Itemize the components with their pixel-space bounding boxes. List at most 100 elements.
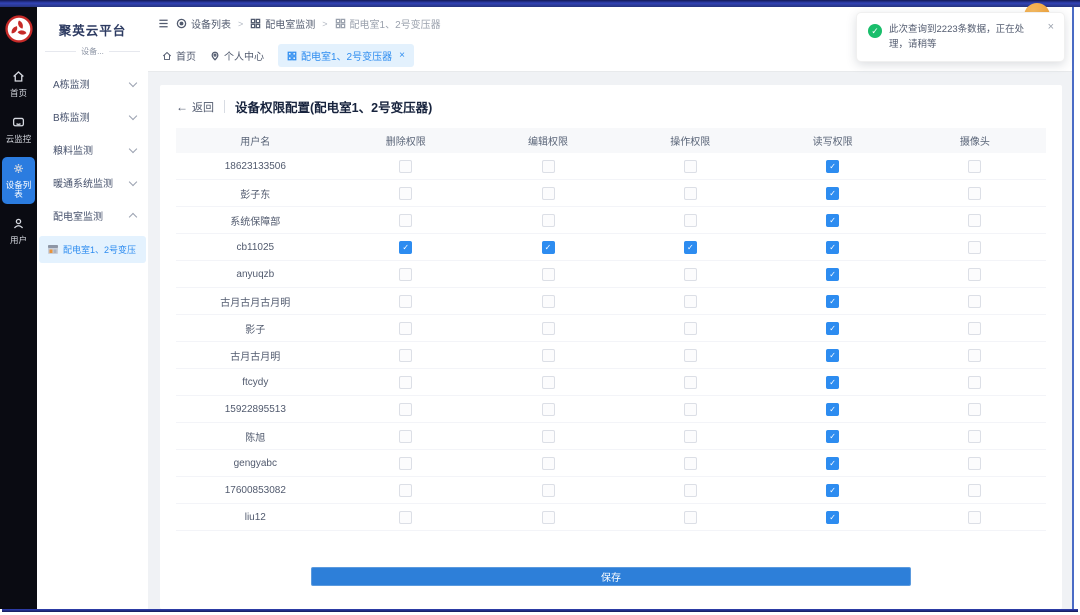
checkbox-unchecked[interactable]	[542, 349, 555, 362]
sidebar-item-feed-monitor[interactable]: 粮料监测	[37, 133, 148, 166]
checkbox-unchecked[interactable]	[399, 349, 412, 362]
frame-bottom-border	[2, 609, 1078, 612]
tab-close-icon[interactable]: ×	[399, 50, 405, 61]
checkbox-checked[interactable]	[826, 376, 839, 389]
checkbox-unchecked[interactable]	[399, 187, 412, 200]
checkbox-unchecked[interactable]	[399, 511, 412, 524]
checkbox-unchecked[interactable]	[684, 484, 697, 497]
permissions-table: 用户名 删除权限 编辑权限 操作权限 读写权限 摄像头 18623133506彭…	[176, 128, 1046, 531]
content-area: ← 返回 设备权限配置(配电室1、2号变压器) 用户名 删除权限 编辑权限 操作…	[148, 72, 1072, 609]
breadcrumb-item-transformer[interactable]: 配电室1、2号变压器	[335, 16, 441, 31]
save-button[interactable]: 保存	[311, 567, 911, 586]
tab-home[interactable]: 首页	[162, 48, 196, 63]
checkbox-unchecked[interactable]	[968, 268, 981, 281]
checkbox-checked[interactable]	[826, 295, 839, 308]
checkbox-unchecked[interactable]	[542, 484, 555, 497]
rail-item-device-list[interactable]: 设备列表	[2, 157, 35, 204]
checkbox-unchecked[interactable]	[542, 403, 555, 416]
sidebar-menu: A栋监测 B栋监测 粮料监测 暖通系统监测 配电室监测	[37, 67, 148, 263]
sidebar-subitem-transformer[interactable]: 配电室1、2号变压	[39, 236, 146, 263]
checkbox-unchecked[interactable]	[542, 457, 555, 470]
checkbox-unchecked[interactable]	[684, 322, 697, 335]
checkbox-unchecked[interactable]	[399, 376, 412, 389]
checkbox-checked[interactable]	[684, 241, 697, 254]
rail-item-home[interactable]: 首页	[2, 65, 35, 103]
rail-item-users[interactable]: 用户	[2, 212, 35, 250]
checkbox-unchecked[interactable]	[684, 430, 697, 443]
checkbox-checked[interactable]	[399, 241, 412, 254]
checkbox-unchecked[interactable]	[968, 430, 981, 443]
checkbox-unchecked[interactable]	[684, 187, 697, 200]
checkbox-unchecked[interactable]	[968, 457, 981, 470]
checkbox-unchecked[interactable]	[542, 214, 555, 227]
checkbox-checked[interactable]	[542, 241, 555, 254]
checkbox-unchecked[interactable]	[684, 403, 697, 416]
checkbox-unchecked[interactable]	[968, 511, 981, 524]
checkbox-unchecked[interactable]	[968, 295, 981, 308]
checkbox-unchecked[interactable]	[968, 349, 981, 362]
checkbox-checked[interactable]	[826, 457, 839, 470]
checkbox-unchecked[interactable]	[968, 322, 981, 335]
checkbox-unchecked[interactable]	[399, 295, 412, 308]
checkbox-unchecked[interactable]	[968, 214, 981, 227]
checkbox-unchecked[interactable]	[684, 511, 697, 524]
checkbox-unchecked[interactable]	[399, 214, 412, 227]
checkbox-unchecked[interactable]	[684, 268, 697, 281]
checkbox-unchecked[interactable]	[968, 403, 981, 416]
checkbox-unchecked[interactable]	[968, 484, 981, 497]
checkbox-unchecked[interactable]	[399, 430, 412, 443]
checkbox-checked[interactable]	[826, 430, 839, 443]
rail-item-cloud-monitor[interactable]: 云监控	[2, 111, 35, 149]
checkbox-unchecked[interactable]	[968, 376, 981, 389]
checkbox-unchecked[interactable]	[542, 376, 555, 389]
icon-rail: 首页 云监控 设备列表 用户	[0, 7, 37, 609]
checkbox-checked[interactable]	[826, 484, 839, 497]
sidebar-item-power-room-monitor[interactable]: 配电室监测	[37, 199, 148, 232]
checkbox-unchecked[interactable]	[542, 187, 555, 200]
table-row: ftcydy	[176, 369, 1046, 396]
checkbox-unchecked[interactable]	[542, 511, 555, 524]
checkbox-checked[interactable]	[826, 187, 839, 200]
checkbox-unchecked[interactable]	[968, 160, 981, 173]
user-icon	[12, 217, 25, 235]
breadcrumb-item-device-list[interactable]: 设备列表	[176, 16, 231, 31]
checkbox-unchecked[interactable]	[684, 376, 697, 389]
checkbox-unchecked[interactable]	[542, 322, 555, 335]
checkbox-unchecked[interactable]	[542, 295, 555, 308]
breadcrumb-item-power-room[interactable]: 配电室监测	[250, 16, 315, 31]
checkbox-unchecked[interactable]	[399, 160, 412, 173]
back-button[interactable]: ← 返回	[176, 99, 214, 115]
checkbox-unchecked[interactable]	[399, 403, 412, 416]
grid-icon	[250, 18, 261, 29]
checkbox-unchecked[interactable]	[542, 430, 555, 443]
checkbox-checked[interactable]	[826, 214, 839, 227]
checkbox-checked[interactable]	[826, 268, 839, 281]
checkbox-checked[interactable]	[826, 511, 839, 524]
checkbox-unchecked[interactable]	[399, 484, 412, 497]
sidebar-item-b-building[interactable]: B栋监测	[37, 100, 148, 133]
permission-cell	[335, 288, 477, 315]
checkbox-checked[interactable]	[826, 160, 839, 173]
checkbox-unchecked[interactable]	[684, 457, 697, 470]
checkbox-unchecked[interactable]	[684, 349, 697, 362]
checkbox-checked[interactable]	[826, 403, 839, 416]
checkbox-unchecked[interactable]	[542, 268, 555, 281]
checkbox-checked[interactable]	[826, 322, 839, 335]
checkbox-unchecked[interactable]	[542, 160, 555, 173]
checkbox-checked[interactable]	[826, 349, 839, 362]
checkbox-unchecked[interactable]	[968, 187, 981, 200]
tab-personal-center[interactable]: 个人中心	[210, 48, 264, 63]
checkbox-unchecked[interactable]	[399, 322, 412, 335]
collapse-sidebar-icon[interactable]	[158, 18, 169, 29]
sidebar-item-a-building[interactable]: A栋监测	[37, 67, 148, 100]
sidebar-item-hvac-monitor[interactable]: 暖通系统监测	[37, 166, 148, 199]
checkbox-unchecked[interactable]	[684, 295, 697, 308]
checkbox-unchecked[interactable]	[684, 214, 697, 227]
close-icon[interactable]: ×	[1048, 22, 1054, 52]
checkbox-checked[interactable]	[826, 241, 839, 254]
checkbox-unchecked[interactable]	[399, 457, 412, 470]
checkbox-unchecked[interactable]	[684, 160, 697, 173]
checkbox-unchecked[interactable]	[968, 241, 981, 254]
tab-transformer[interactable]: 配电室1、2号变压器 ×	[278, 44, 414, 67]
checkbox-unchecked[interactable]	[399, 268, 412, 281]
